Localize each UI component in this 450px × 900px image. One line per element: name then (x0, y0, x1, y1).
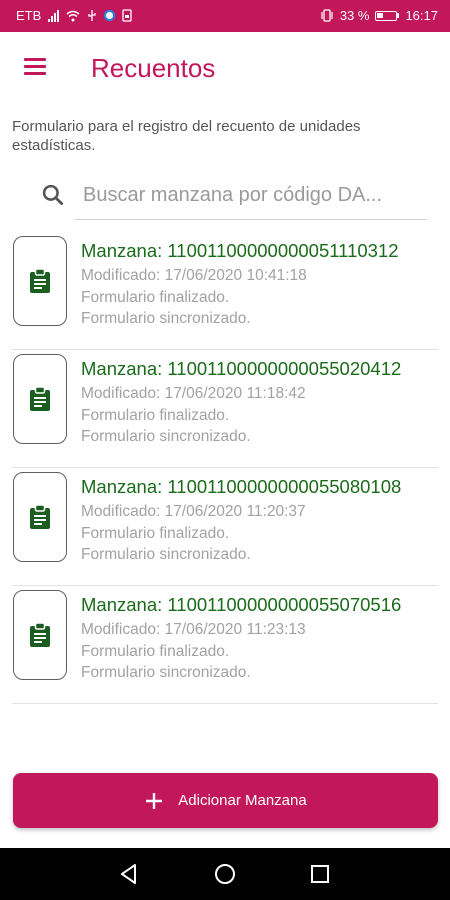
app-bar: Recuentos (0, 32, 450, 104)
status-bar: ETB 33 % 16:17 (0, 0, 450, 32)
page-title: Recuentos (91, 53, 216, 83)
battery-icon (375, 10, 398, 21)
clipboard-icon (30, 504, 50, 529)
recents-icon[interactable] (307, 861, 333, 887)
sync-status: Formulario sincronizado. (81, 664, 251, 681)
manzana-title: Manzana: 11001100000000055080108 (81, 476, 402, 497)
home-icon[interactable] (212, 861, 238, 887)
manzana-title: Manzana: 11001100000000051110312 (81, 240, 399, 261)
form-thumbnail (13, 354, 67, 444)
search-bar (0, 168, 450, 224)
signal-icon (48, 9, 60, 22)
app-notification-icon (104, 10, 116, 21)
manzana-title: Manzana: 11001100000000055070516 (81, 594, 402, 615)
search-input[interactable] (75, 172, 427, 220)
clipboard-icon (30, 622, 50, 647)
page-description: Formulario para el registro del recuento… (12, 118, 361, 154)
storage-icon (122, 9, 132, 22)
clipboard-icon (30, 386, 50, 411)
carrier-label: ETB (16, 8, 42, 23)
finalized-status: Formulario finalizado. (81, 289, 230, 306)
modified-date: Modificado: 17/06/2020 11:23:13 (81, 621, 306, 638)
sync-status: Formulario sincronizado. (81, 546, 251, 563)
modified-date: Modificado: 17/06/2020 10:41:18 (81, 267, 307, 284)
usb-icon (88, 10, 96, 21)
form-thumbnail (13, 236, 67, 326)
wifi-icon (66, 10, 80, 21)
finalized-status: Formulario finalizado. (81, 643, 230, 660)
clock: 16:17 (405, 8, 438, 23)
hamburger-menu-icon[interactable] (20, 52, 50, 82)
manzana-list-item[interactable]: Manzana: 11001100000000055070516 Modific… (0, 586, 450, 704)
manzana-title: Manzana: 11001100000000055020412 (81, 358, 402, 379)
add-manzana-label: Adicionar Manzana (178, 792, 307, 809)
search-icon (42, 184, 64, 206)
back-icon[interactable] (116, 861, 142, 887)
form-thumbnail (13, 590, 67, 680)
battery-percent: 33 % (339, 8, 370, 23)
manzana-list-item[interactable]: Manzana: 11001100000000051110312 Modific… (0, 232, 450, 350)
add-manzana-button[interactable]: Adicionar Manzana (13, 773, 438, 828)
clipboard-icon (30, 268, 50, 293)
manzana-list-item[interactable]: Manzana: 11001100000000055080108 Modific… (0, 468, 450, 586)
status-bar-right: 33 % 16:17 (320, 8, 438, 23)
battery-tip (397, 13, 400, 18)
divider (12, 703, 438, 704)
manzana-list: Manzana: 11001100000000051110312 Modific… (0, 232, 450, 704)
form-thumbnail (13, 472, 67, 562)
modified-date: Modificado: 17/06/2020 11:20:37 (81, 503, 306, 520)
finalized-status: Formulario finalizado. (81, 407, 230, 424)
system-navigation-bar (0, 848, 450, 900)
status-bar-left: ETB (16, 8, 132, 23)
sync-status: Formulario sincronizado. (81, 310, 251, 327)
plus-icon (146, 792, 163, 809)
sync-status: Formulario sincronizado. (81, 428, 251, 445)
modified-date: Modificado: 17/06/2020 11:18:42 (81, 385, 306, 402)
manzana-list-item[interactable]: Manzana: 11001100000000055020412 Modific… (0, 350, 450, 468)
finalized-status: Formulario finalizado. (81, 525, 230, 542)
vibrate-icon (321, 9, 333, 22)
